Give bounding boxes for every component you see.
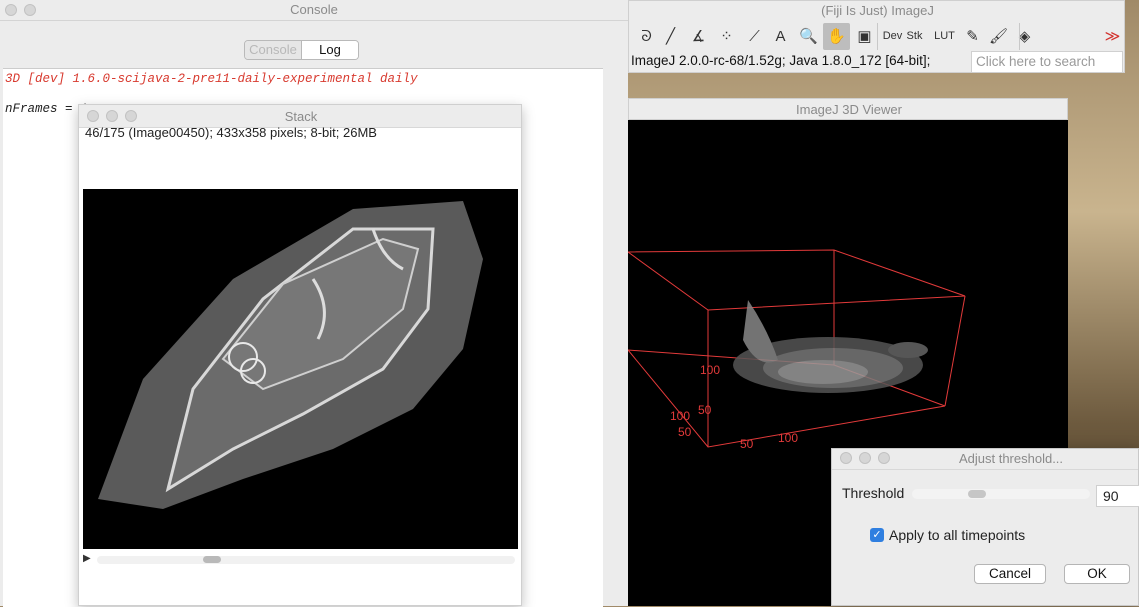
console-log-segmented[interactable]: Console Log xyxy=(244,40,359,60)
console-title: Console xyxy=(290,2,338,17)
toolbar-separator xyxy=(877,23,878,50)
ok-button[interactable]: OK xyxy=(1064,564,1130,584)
color-picker-icon[interactable]: ▣ xyxy=(851,23,878,50)
angle-tool-icon[interactable]: ∡ xyxy=(685,23,712,50)
adjust-threshold-dialog: Adjust threshold... Threshold 90 ✓ Apply… xyxy=(831,448,1139,606)
apply-all-label: Apply to all timepoints xyxy=(889,527,1026,543)
tab-log[interactable]: Log xyxy=(302,41,358,59)
threshold-label: Threshold xyxy=(842,485,905,501)
axis-label: 100 xyxy=(670,409,690,423)
toolbar-separator xyxy=(1019,23,1020,50)
slice-scrollbar[interactable]: ▶ xyxy=(83,551,518,569)
ct-slice-image[interactable] xyxy=(83,189,518,549)
hand-tool-icon[interactable]: ✋ xyxy=(823,23,850,50)
magnifier-tool-icon[interactable]: 🔍 xyxy=(795,23,822,50)
cancel-button[interactable]: Cancel xyxy=(974,564,1046,584)
tab-console[interactable]: Console xyxy=(245,41,302,59)
multipoint-tool-icon[interactable]: ⁘ xyxy=(713,23,740,50)
ct-slice-graphic xyxy=(98,201,483,509)
axis-label: 100 xyxy=(700,363,720,377)
log-line: nFrames = 1 xyxy=(5,102,88,116)
apply-all-checkbox[interactable]: ✓ xyxy=(870,528,884,542)
status-text: ImageJ 2.0.0-rc-68/1.52g; Java 1.8.0_172… xyxy=(631,53,931,68)
threshold-slider[interactable] xyxy=(912,489,1090,499)
threshold-titlebar[interactable]: Adjust threshold... xyxy=(832,449,1138,470)
brush-tool-icon[interactable]: 🖌 xyxy=(985,23,1012,50)
close-button[interactable] xyxy=(840,452,852,464)
text-tool-icon[interactable]: A xyxy=(767,23,794,50)
imagej-title: (Fiji Is Just) ImageJ xyxy=(821,3,934,18)
axis-label: 50 xyxy=(740,437,754,451)
stack-window: Stack 46/175 (Image00450); 433x358 pixel… xyxy=(78,104,522,606)
pencil-tool-icon[interactable]: ✎ xyxy=(959,23,986,50)
wand-tool-icon[interactable]: ⟋ xyxy=(741,23,768,50)
slider-thumb[interactable] xyxy=(968,490,986,498)
lut-menu-icon[interactable]: LUT xyxy=(931,23,958,50)
play-icon[interactable]: ▶ xyxy=(83,553,91,564)
viewer-title: ImageJ 3D Viewer xyxy=(796,102,902,117)
minimize-button[interactable] xyxy=(859,452,871,464)
imagej-main-window: (Fiji Is Just) ImageJ ᘐ ╱ ∡ ⁘ ⟋ A 🔍 ✋ ▣ Dev Stk LUT… xyxy=(628,0,1125,73)
threshold-title: Adjust threshold... xyxy=(958,451,1064,466)
search-input[interactable]: Click here to search xyxy=(971,51,1123,73)
line-tool-icon[interactable]: ╱ xyxy=(657,23,684,50)
axis-label: 100 xyxy=(778,431,798,445)
stk-menu-icon[interactable]: Stk xyxy=(901,23,928,50)
stack-info: 46/175 (Image00450); 433x358 pixels; 8-b… xyxy=(85,125,377,140)
volume-render xyxy=(733,300,928,393)
more-tools-icon[interactable]: ≫ xyxy=(1099,23,1126,50)
scroll-thumb[interactable] xyxy=(203,556,221,563)
viewer-titlebar[interactable]: ImageJ 3D Viewer xyxy=(628,98,1068,120)
axis-label: 50 xyxy=(698,403,712,417)
console-titlebar[interactable]: Console xyxy=(0,0,628,21)
threshold-value-field[interactable]: 90 xyxy=(1096,485,1139,507)
stack-title: Stack xyxy=(284,109,318,124)
axis-label: 50 xyxy=(678,425,692,439)
flood-fill-icon[interactable]: ◈ xyxy=(1011,23,1038,50)
freehand-selection-icon[interactable]: ᘐ xyxy=(633,23,660,50)
log-line: 3D [dev] 1.6.0-scijava-2-pre11-daily-exp… xyxy=(5,72,418,86)
